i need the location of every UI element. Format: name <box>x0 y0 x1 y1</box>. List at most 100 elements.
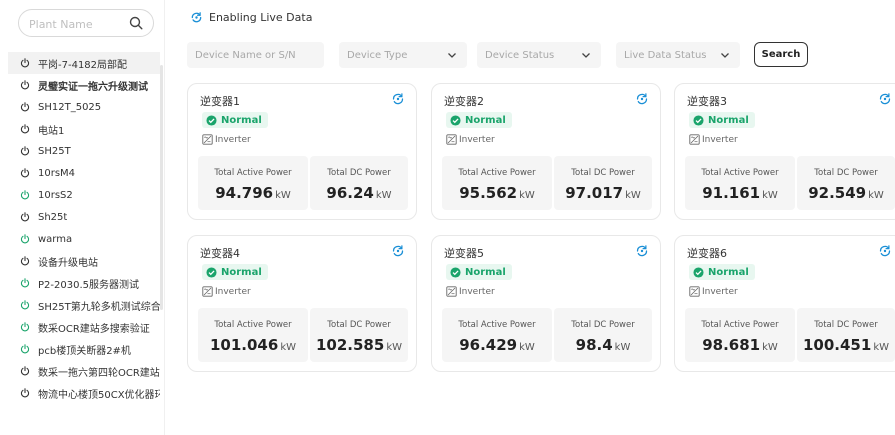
device-type: Inverter <box>446 134 495 145</box>
plant-list-item[interactable]: SH12T_5025 <box>8 96 160 118</box>
device-type: Inverter <box>446 286 495 297</box>
live-data-status-select[interactable]: Live Data Status <box>616 42 740 68</box>
check-circle-icon <box>206 266 217 278</box>
total-dc-power-box: Total DC Power 98.4 kW <box>554 308 652 362</box>
device-card[interactable]: 逆变器4 Normal Inverter Total Active Power 101.… <box>187 235 417 372</box>
plant-list-item[interactable]: 物流中心楼顶50CX优化器环境 <box>8 382 160 404</box>
plant-list-item[interactable]: pcb楼顶关断器2#机 <box>8 338 160 360</box>
power-icon <box>20 212 30 222</box>
metric-value: 95.562 kW <box>442 183 552 202</box>
sidebar-scrollbar[interactable] <box>160 65 163 310</box>
power-icon <box>20 146 30 156</box>
plant-search-input[interactable] <box>29 15 124 33</box>
plant-sidebar: 平岗-7-4182局部配灵璧实证一拖六升级测试 SH12T_5025 电站1 SH25… <box>0 0 165 435</box>
device-type-label: Inverter <box>702 286 738 297</box>
metric-label: Total Active Power <box>701 320 779 330</box>
device-card[interactable]: 逆变器2 Normal Inverter Total Active Power 95.5… <box>431 83 661 220</box>
metric-unit: kW <box>625 190 641 201</box>
plant-list: 平岗-7-4182局部配 灵璧实证一拖六升级测试 SH12T_5025 电站1 SH25… <box>8 52 160 404</box>
status-text: Normal <box>708 114 749 126</box>
check-circle-icon <box>450 266 461 278</box>
metric-number: 94.796 <box>215 184 274 202</box>
plant-list-item[interactable]: 平岗-7-4182局部配 <box>8 52 160 74</box>
device-type: Inverter <box>689 286 738 297</box>
metric-value: 94.796 kW <box>198 183 308 202</box>
metric-unit: kW <box>375 190 392 201</box>
metric-number: 91.161 <box>702 184 761 202</box>
plant-list-item[interactable]: 10rsM4 <box>8 162 160 184</box>
metric-number: 100.451 <box>802 336 872 354</box>
search-button[interactable]: Search <box>754 42 808 67</box>
plant-search-box[interactable] <box>18 9 154 37</box>
metric-number: 98.681 <box>702 336 761 354</box>
plant-list-item[interactable]: SH25T <box>8 140 160 162</box>
metric-number: 92.549 <box>808 184 867 202</box>
plant-name: warma <box>38 233 73 245</box>
total-active-power-box: Total Active Power 91.161 kW <box>685 156 795 210</box>
total-dc-power-box: Total DC Power 100.451 kW <box>797 308 895 362</box>
plant-name: 灵璧实证一拖六升级测试 <box>38 81 148 93</box>
device-type-label: Inverter <box>459 286 495 297</box>
metric-number: 97.017 <box>565 184 624 202</box>
power-icon <box>20 388 30 398</box>
plant-name: 平岗-7-4182局部配 <box>38 59 128 71</box>
device-card[interactable]: 逆变器1 Normal Inverter Total Active Power 94.7… <box>187 83 417 220</box>
plant-list-item[interactable]: 10rsS2 <box>8 184 160 206</box>
metric-value: 101.046 kW <box>198 335 308 354</box>
plant-name: 数采OCR建站多搜索验证 <box>38 323 150 335</box>
live-refresh-icon[interactable] <box>878 92 892 106</box>
plant-list-item[interactable]: 电站1 <box>8 118 160 140</box>
metric-number: 101.046 <box>209 336 279 354</box>
metric-unit: kW <box>873 342 889 353</box>
total-active-power-box: Total Active Power 94.796 kW <box>198 156 308 210</box>
total-active-power-box: Total Active Power 95.562 kW <box>442 156 552 210</box>
app-root: 平岗-7-4182局部配灵璧实证一拖六升级测试 SH12T_5025 电站1 SH25… <box>0 0 895 435</box>
live-refresh-icon[interactable] <box>635 244 649 258</box>
plant-name: 10rsS2 <box>38 189 73 201</box>
live-refresh-icon[interactable] <box>635 92 649 106</box>
power-icon <box>20 124 30 134</box>
plant-list-item[interactable]: 数采OCR建站多搜索验证 <box>8 316 160 338</box>
metric-value: 102.585 kW <box>310 335 408 354</box>
chevron-down-icon <box>582 53 590 58</box>
inverter-icon <box>202 134 213 145</box>
metric-value: 91.161 kW <box>685 183 795 202</box>
inverter-icon <box>446 286 457 297</box>
metric-value: 96.24 kW <box>310 183 408 202</box>
device-name-filter[interactable]: Device Name or S/N <box>187 42 324 68</box>
device-card[interactable]: 逆变器5 Normal Inverter Total Active Power 96.4… <box>431 235 661 372</box>
status-badge: Normal <box>446 112 512 128</box>
plant-list-item[interactable]: 设备升级电站 <box>8 250 160 272</box>
live-data-header[interactable]: Enabling Live Data <box>190 11 312 24</box>
inverter-icon <box>202 286 213 297</box>
metric-number: 98.4 <box>575 336 613 354</box>
device-card[interactable]: 逆变器6 Normal Inverter Total Active Power 98.6… <box>674 235 895 372</box>
plant-list-item[interactable]: P2-2030.5服务器测试 <box>8 272 160 294</box>
device-status-select[interactable]: Device Status <box>477 42 601 68</box>
search-icon[interactable] <box>129 16 143 30</box>
metric-unit: kW <box>614 342 631 353</box>
device-card[interactable]: 逆变器3 Normal Inverter Total Active Power 91.1… <box>674 83 895 220</box>
live-refresh-icon[interactable] <box>878 244 892 258</box>
device-name: 逆变器2 <box>444 95 484 108</box>
plant-list-item[interactable]: 数采一拖六第四轮OCR建站 <box>8 360 160 382</box>
plant-list-item[interactable]: SH25T第九轮多机测试综合7 <box>8 294 160 316</box>
power-icon <box>20 102 30 112</box>
live-refresh-icon[interactable] <box>391 92 405 106</box>
metric-label: Total Active Power <box>214 168 292 178</box>
live-refresh-icon[interactable] <box>391 244 405 258</box>
status-text: Normal <box>221 114 262 126</box>
plant-list-item[interactable]: 灵璧实证一拖六升级测试 <box>8 74 160 96</box>
device-name: 逆变器3 <box>687 95 727 108</box>
device-type-label: Inverter <box>459 134 495 145</box>
plant-list-item[interactable]: warma <box>8 228 160 250</box>
plant-name: 数采一拖六第四轮OCR建站 <box>38 367 160 379</box>
live-data-icon <box>191 12 202 23</box>
metric-label: Total Active Power <box>701 168 779 178</box>
total-dc-power-box: Total DC Power 97.017 kW <box>554 156 652 210</box>
device-type-select[interactable]: Device Type <box>339 42 467 68</box>
total-active-power-box: Total Active Power 98.681 kW <box>685 308 795 362</box>
metric-label: Total Active Power <box>214 320 292 330</box>
plant-list-item[interactable]: Sh25t <box>8 206 160 228</box>
device-name: 逆变器1 <box>200 95 240 108</box>
